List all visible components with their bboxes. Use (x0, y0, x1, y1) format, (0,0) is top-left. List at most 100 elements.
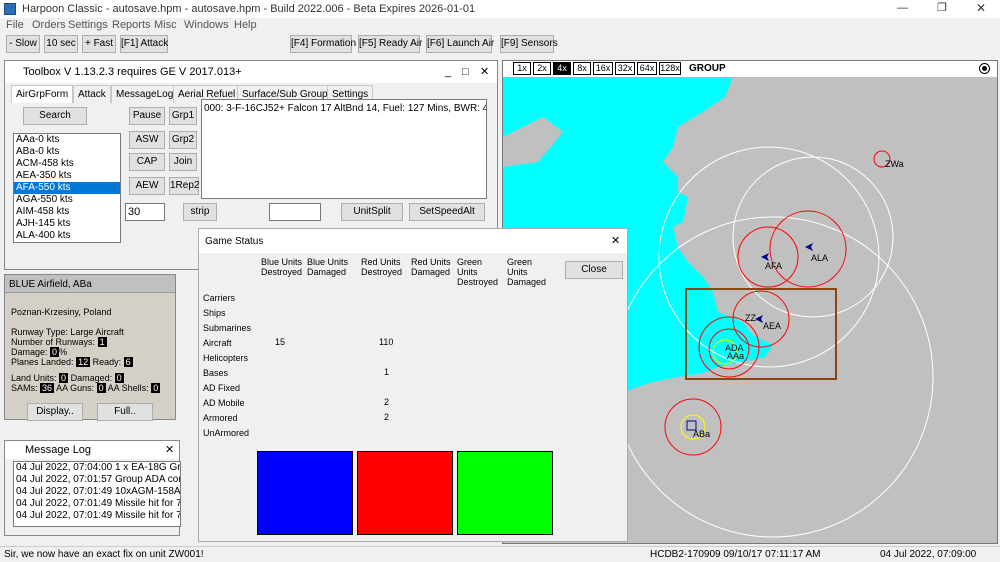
speed-spin-input[interactable] (269, 203, 321, 221)
speed-button[interactable]: 10 sec (44, 35, 78, 53)
rep2-button[interactable]: 1Rep2 (169, 177, 199, 195)
unit-listbox[interactable]: AAa-0 kts ABa-0 kts ACM-458 kts AEA-350 … (13, 133, 121, 243)
fast-button[interactable]: + Fast (82, 35, 116, 53)
list-item[interactable]: 04 Jul 2022, 07:01:49 Missile hit for 76 (16, 498, 180, 510)
grp1-button[interactable]: Grp1 (169, 107, 197, 125)
sams-value: 36 (40, 383, 55, 393)
zoom-2x[interactable]: 2x (533, 62, 551, 75)
list-item[interactable]: AAa-0 kts (14, 134, 120, 146)
menu-help[interactable]: Help (234, 19, 257, 31)
row-label-submarines: Submarines (203, 323, 252, 333)
tab-attack[interactable]: Attack (73, 85, 111, 103)
menu-settings[interactable]: Settings (68, 19, 108, 31)
list-item[interactable]: 04 Jul 2022, 07:01:57 Group ADA com (16, 474, 180, 486)
damage-label: Damage: (11, 347, 48, 357)
planes-landed-label: Planes Landed: (11, 357, 74, 367)
record-icon[interactable] (979, 63, 990, 74)
map-label-zz: ZZ (745, 313, 756, 323)
red-ring-afa (737, 226, 799, 288)
cap-button[interactable]: CAP (129, 153, 165, 171)
list-item[interactable]: 04 Jul 2022, 07:01:49 Missile hit for 76 (16, 510, 180, 522)
map-label-zwa: ZWa (885, 159, 904, 169)
sams-label: SAMs: (11, 383, 38, 393)
join-button[interactable]: Join (169, 153, 197, 171)
land-units-value: 0 (59, 373, 69, 383)
close-icon[interactable]: ✕ (976, 1, 986, 15)
setspeedalt-button[interactable]: SetSpeedAlt (409, 203, 485, 221)
unit-detail-box[interactable]: 000: 3-F-16CJ52+ Falcon 17 AltBnd 14, Fu… (201, 99, 487, 199)
ad-mobile-red-destroyed: 2 (384, 397, 390, 407)
restore-icon[interactable]: ❐ (937, 1, 947, 14)
zoom-32x[interactable]: 32x (615, 62, 635, 75)
app-title: Harpoon Classic - autosave.hpm - autosav… (22, 3, 476, 15)
pause-button[interactable]: Pause (129, 107, 165, 125)
list-item[interactable]: ABa-0 kts (14, 146, 120, 158)
status-bar: Sir, we now have an exact fix on unit ZW… (0, 546, 1000, 562)
list-item[interactable]: AJH-145 kts (14, 218, 120, 230)
zoom-4x[interactable]: 4x (553, 62, 571, 75)
col-header-blue-damaged: Blue Units Damaged (307, 257, 349, 277)
zoom-8x[interactable]: 8x (573, 62, 591, 75)
message-log-close-icon[interactable]: ✕ (165, 441, 174, 459)
toolbox-restore-icon[interactable]: □ (462, 61, 469, 83)
close-button[interactable]: Close (565, 261, 623, 279)
map-label-afa: AFA (765, 261, 782, 271)
ready-air-button[interactable]: [F5] Ready Air (358, 35, 422, 53)
aa-shells-label: AA Shells: (107, 383, 149, 393)
map-label-ala: ALA (811, 253, 828, 263)
list-item[interactable]: AGA-550 kts (14, 194, 120, 206)
zoom-64x[interactable]: 64x (637, 62, 657, 75)
minimize-icon[interactable]: — (897, 2, 908, 14)
full-button[interactable]: Full.. (97, 403, 153, 421)
col-header-green-destroyed: Green Units Destroyed (457, 257, 499, 287)
slow-button[interactable]: - Slow (6, 35, 40, 53)
list-item[interactable]: ALA-400 kts (14, 230, 120, 242)
game-status-close-icon[interactable]: ✕ (611, 229, 620, 253)
aew-button[interactable]: AEW (129, 177, 165, 195)
zoom-128x[interactable]: 128x (659, 62, 681, 75)
sensors-button[interactable]: [F9] Sensors (500, 35, 558, 53)
attack-button[interactable]: [F1] Attack (120, 35, 168, 53)
airfield-title-bar: BLUE Airfield, ABa (5, 275, 175, 293)
list-item[interactable]: ACM-458 kts (14, 158, 120, 170)
formation-button[interactable]: [F4] Formation (290, 35, 356, 53)
display-button[interactable]: Display.. (27, 403, 83, 421)
list-item[interactable]: AEA-350 kts (14, 170, 120, 182)
menu-orders[interactable]: Orders (32, 19, 66, 31)
launch-air-button[interactable]: [F6] Launch Air (426, 35, 494, 53)
toolbox-close-icon[interactable]: ✕ (480, 61, 489, 83)
zoom-16x[interactable]: 16x (593, 62, 613, 75)
aircraft-red-destroyed: 110 (379, 337, 394, 347)
blue-color-swatch (257, 451, 353, 535)
zoom-1x[interactable]: 1x (513, 62, 531, 75)
toolbox-title: Toolbox V 1.13.2.3 requires GE V 2017.01… (23, 66, 242, 78)
list-item[interactable]: 04 Jul 2022, 07:01:49 10xAGM-158A J (16, 486, 180, 498)
asw-button[interactable]: ASW (129, 131, 165, 149)
bases-red-destroyed: 1 (384, 367, 390, 377)
list-item[interactable]: AIM-458 kts (14, 206, 120, 218)
tab-airgrpform[interactable]: AirGrpForm (11, 85, 74, 103)
col-header-blue-destroyed: Blue Units Destroyed (261, 257, 303, 277)
toolbox-minimize-icon[interactable]: _ (445, 61, 451, 83)
num-runways-value: 1 (97, 337, 107, 347)
row-label-bases: Bases (203, 368, 229, 378)
menu-file[interactable]: File (6, 19, 24, 31)
tab-messagelog[interactable]: MessageLog (111, 85, 179, 103)
row-label-ships: Ships (203, 308, 226, 318)
grp2-button[interactable]: Grp2 (169, 131, 197, 149)
search-button[interactable]: Search (23, 107, 87, 125)
list-item-selected[interactable]: AFA-550 kts (14, 182, 120, 194)
red-ring-aba (664, 398, 722, 456)
spin-input[interactable]: 30 (125, 203, 165, 221)
menu-windows[interactable]: Windows (184, 19, 229, 31)
menu-misc[interactable]: Misc (154, 19, 177, 31)
list-item[interactable]: 04 Jul 2022, 07:04:00 1 x EA-18G Grow (16, 462, 180, 474)
planes-landed-value: 12 (76, 357, 91, 367)
land-damaged-value: 0 (114, 373, 124, 383)
strip-button[interactable]: strip (183, 203, 217, 221)
unitsplit-button[interactable]: UnitSplit (341, 203, 403, 221)
message-log-list[interactable]: 04 Jul 2022, 07:04:00 1 x EA-18G Grow 04… (13, 461, 181, 527)
col-header-green-damaged: Green Units Damaged (507, 257, 547, 287)
menu-reports[interactable]: Reports (112, 19, 151, 31)
green-color-swatch (457, 451, 553, 535)
